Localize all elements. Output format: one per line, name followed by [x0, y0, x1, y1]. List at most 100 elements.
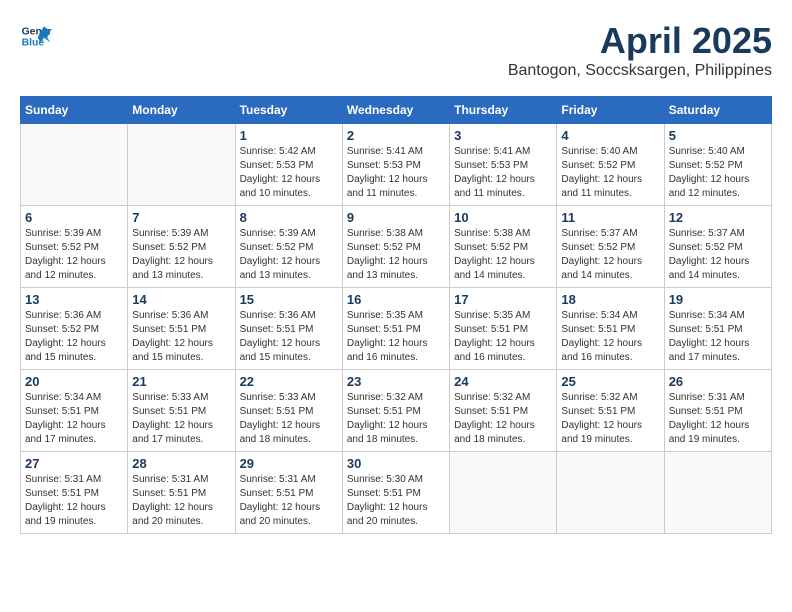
calendar-cell: 15 Sunrise: 5:36 AM Sunset: 5:51 PM Dayli… [235, 288, 342, 370]
day-number: 23 [347, 374, 445, 389]
calendar-cell: 16 Sunrise: 5:35 AM Sunset: 5:51 PM Dayli… [342, 288, 449, 370]
calendar-cell [557, 452, 664, 534]
day-number: 8 [240, 210, 338, 225]
day-number: 21 [132, 374, 230, 389]
day-number: 19 [669, 292, 767, 307]
weekday-header-saturday: Saturday [664, 97, 771, 124]
weekday-header-monday: Monday [128, 97, 235, 124]
calendar-cell: 8 Sunrise: 5:39 AM Sunset: 5:52 PM Daylig… [235, 206, 342, 288]
weekday-header-tuesday: Tuesday [235, 97, 342, 124]
calendar-cell: 6 Sunrise: 5:39 AM Sunset: 5:52 PM Daylig… [21, 206, 128, 288]
day-info: Sunrise: 5:35 AM Sunset: 5:51 PM Dayligh… [454, 309, 552, 365]
day-number: 28 [132, 456, 230, 471]
calendar-cell: 9 Sunrise: 5:38 AM Sunset: 5:52 PM Daylig… [342, 206, 449, 288]
calendar-cell: 22Sunrise: 5:33 AM Sunset: 5:51 PM Dayli… [235, 370, 342, 452]
day-info: Sunrise: 5:42 AM Sunset: 5:53 PM Dayligh… [240, 145, 338, 201]
day-number: 27 [25, 456, 123, 471]
day-number: 9 [347, 210, 445, 225]
calendar-week-row: 20Sunrise: 5:34 AM Sunset: 5:51 PM Dayli… [21, 370, 772, 452]
day-info: Sunrise: 5:41 AM Sunset: 5:53 PM Dayligh… [454, 145, 552, 201]
day-info: Sunrise: 5:39 AM Sunset: 5:52 PM Dayligh… [240, 227, 338, 283]
day-number: 20 [25, 374, 123, 389]
day-number: 13 [25, 292, 123, 307]
day-number: 26 [669, 374, 767, 389]
logo-icon: General Blue [20, 20, 52, 52]
weekday-header-wednesday: Wednesday [342, 97, 449, 124]
day-number: 30 [347, 456, 445, 471]
day-info: Sunrise: 5:37 AM Sunset: 5:52 PM Dayligh… [669, 227, 767, 283]
calendar-cell: 13 Sunrise: 5:36 AM Sunset: 5:52 PM Dayli… [21, 288, 128, 370]
day-number: 7 [132, 210, 230, 225]
day-info: Sunrise: 5:33 AM Sunset: 5:51 PM Dayligh… [132, 391, 230, 447]
day-info: Sunrise: 5:34 AM Sunset: 5:51 PM Dayligh… [669, 309, 767, 365]
day-info: Sunrise: 5:36 AM Sunset: 5:51 PM Dayligh… [132, 309, 230, 365]
calendar-cell: 25Sunrise: 5:32 AM Sunset: 5:51 PM Dayli… [557, 370, 664, 452]
day-info: Sunrise: 5:41 AM Sunset: 5:53 PM Dayligh… [347, 145, 445, 201]
month-year-title: April 2025 [508, 20, 772, 62]
day-info: Sunrise: 5:36 AM Sunset: 5:51 PM Dayligh… [240, 309, 338, 365]
calendar-cell: 12 Sunrise: 5:37 AM Sunset: 5:52 PM Dayli… [664, 206, 771, 288]
day-info: Sunrise: 5:38 AM Sunset: 5:52 PM Dayligh… [347, 227, 445, 283]
calendar-table: SundayMondayTuesdayWednesdayThursdayFrid… [20, 96, 772, 534]
day-info: Sunrise: 5:39 AM Sunset: 5:52 PM Dayligh… [25, 227, 123, 283]
day-info: Sunrise: 5:35 AM Sunset: 5:51 PM Dayligh… [347, 309, 445, 365]
calendar-cell: 21 Sunrise: 5:33 AM Sunset: 5:51 PM Dayli… [128, 370, 235, 452]
calendar-cell: 27 Sunrise: 5:31 AM Sunset: 5:51 PM Dayli… [21, 452, 128, 534]
weekday-header-sunday: Sunday [21, 97, 128, 124]
calendar-cell [21, 124, 128, 206]
day-info: Sunrise: 5:31 AM Sunset: 5:51 PM Dayligh… [25, 473, 123, 529]
day-number: 12 [669, 210, 767, 225]
day-info: Sunrise: 5:38 AM Sunset: 5:52 PM Dayligh… [454, 227, 552, 283]
calendar-cell: 14 Sunrise: 5:36 AM Sunset: 5:51 PM Dayli… [128, 288, 235, 370]
day-number: 29 [240, 456, 338, 471]
calendar-cell: 18 Sunrise: 5:34 AM Sunset: 5:51 PM Dayli… [557, 288, 664, 370]
day-info: Sunrise: 5:40 AM Sunset: 5:52 PM Dayligh… [561, 145, 659, 201]
day-info: Sunrise: 5:39 AM Sunset: 5:52 PM Dayligh… [132, 227, 230, 283]
title-section: April 2025 Bantogon, Soccsksargen, Phili… [508, 20, 772, 80]
weekday-header-friday: Friday [557, 97, 664, 124]
day-number: 6 [25, 210, 123, 225]
day-info: Sunrise: 5:31 AM Sunset: 5:51 PM Dayligh… [240, 473, 338, 529]
day-number: 18 [561, 292, 659, 307]
day-info: Sunrise: 5:32 AM Sunset: 5:51 PM Dayligh… [454, 391, 552, 447]
day-info: Sunrise: 5:31 AM Sunset: 5:51 PM Dayligh… [669, 391, 767, 447]
calendar-cell: 11Sunrise: 5:37 AM Sunset: 5:52 PM Dayli… [557, 206, 664, 288]
calendar-week-row: 1Sunrise: 5:42 AM Sunset: 5:53 PM Daylig… [21, 124, 772, 206]
calendar-cell: 29 Sunrise: 5:31 AM Sunset: 5:51 PM Dayli… [235, 452, 342, 534]
day-number: 2 [347, 128, 445, 143]
day-number: 16 [347, 292, 445, 307]
calendar-cell: 5 Sunrise: 5:40 AM Sunset: 5:52 PM Daylig… [664, 124, 771, 206]
calendar-cell: 3 Sunrise: 5:41 AM Sunset: 5:53 PM Daylig… [450, 124, 557, 206]
day-number: 25 [561, 374, 659, 389]
calendar-cell [450, 452, 557, 534]
day-info: Sunrise: 5:37 AM Sunset: 5:52 PM Dayligh… [561, 227, 659, 283]
day-info: Sunrise: 5:40 AM Sunset: 5:52 PM Dayligh… [669, 145, 767, 201]
calendar-cell: 26 Sunrise: 5:31 AM Sunset: 5:51 PM Dayli… [664, 370, 771, 452]
day-info: Sunrise: 5:31 AM Sunset: 5:51 PM Dayligh… [132, 473, 230, 529]
day-info: Sunrise: 5:36 AM Sunset: 5:52 PM Dayligh… [25, 309, 123, 365]
weekday-header-thursday: Thursday [450, 97, 557, 124]
day-info: Sunrise: 5:32 AM Sunset: 5:51 PM Dayligh… [347, 391, 445, 447]
calendar-week-row: 6 Sunrise: 5:39 AM Sunset: 5:52 PM Daylig… [21, 206, 772, 288]
calendar-cell [128, 124, 235, 206]
calendar-cell: 24 Sunrise: 5:32 AM Sunset: 5:51 PM Dayli… [450, 370, 557, 452]
day-number: 3 [454, 128, 552, 143]
page-header: General Blue April 2025 Bantogon, Soccsk… [20, 20, 772, 80]
calendar-cell: 20Sunrise: 5:34 AM Sunset: 5:51 PM Dayli… [21, 370, 128, 452]
calendar-cell: 10Sunrise: 5:38 AM Sunset: 5:52 PM Dayli… [450, 206, 557, 288]
calendar-week-row: 13 Sunrise: 5:36 AM Sunset: 5:52 PM Dayli… [21, 288, 772, 370]
day-info: Sunrise: 5:34 AM Sunset: 5:51 PM Dayligh… [561, 309, 659, 365]
day-number: 4 [561, 128, 659, 143]
calendar-cell: 17Sunrise: 5:35 AM Sunset: 5:51 PM Dayli… [450, 288, 557, 370]
calendar-week-row: 27 Sunrise: 5:31 AM Sunset: 5:51 PM Dayli… [21, 452, 772, 534]
calendar-cell: 1Sunrise: 5:42 AM Sunset: 5:53 PM Daylig… [235, 124, 342, 206]
day-number: 14 [132, 292, 230, 307]
day-number: 15 [240, 292, 338, 307]
day-number: 24 [454, 374, 552, 389]
location-subtitle: Bantogon, Soccsksargen, Philippines [508, 62, 772, 80]
calendar-cell: 2 Sunrise: 5:41 AM Sunset: 5:53 PM Daylig… [342, 124, 449, 206]
day-number: 5 [669, 128, 767, 143]
calendar-cell: 23 Sunrise: 5:32 AM Sunset: 5:51 PM Dayli… [342, 370, 449, 452]
calendar-cell: 28 Sunrise: 5:31 AM Sunset: 5:51 PM Dayli… [128, 452, 235, 534]
day-info: Sunrise: 5:30 AM Sunset: 5:51 PM Dayligh… [347, 473, 445, 529]
